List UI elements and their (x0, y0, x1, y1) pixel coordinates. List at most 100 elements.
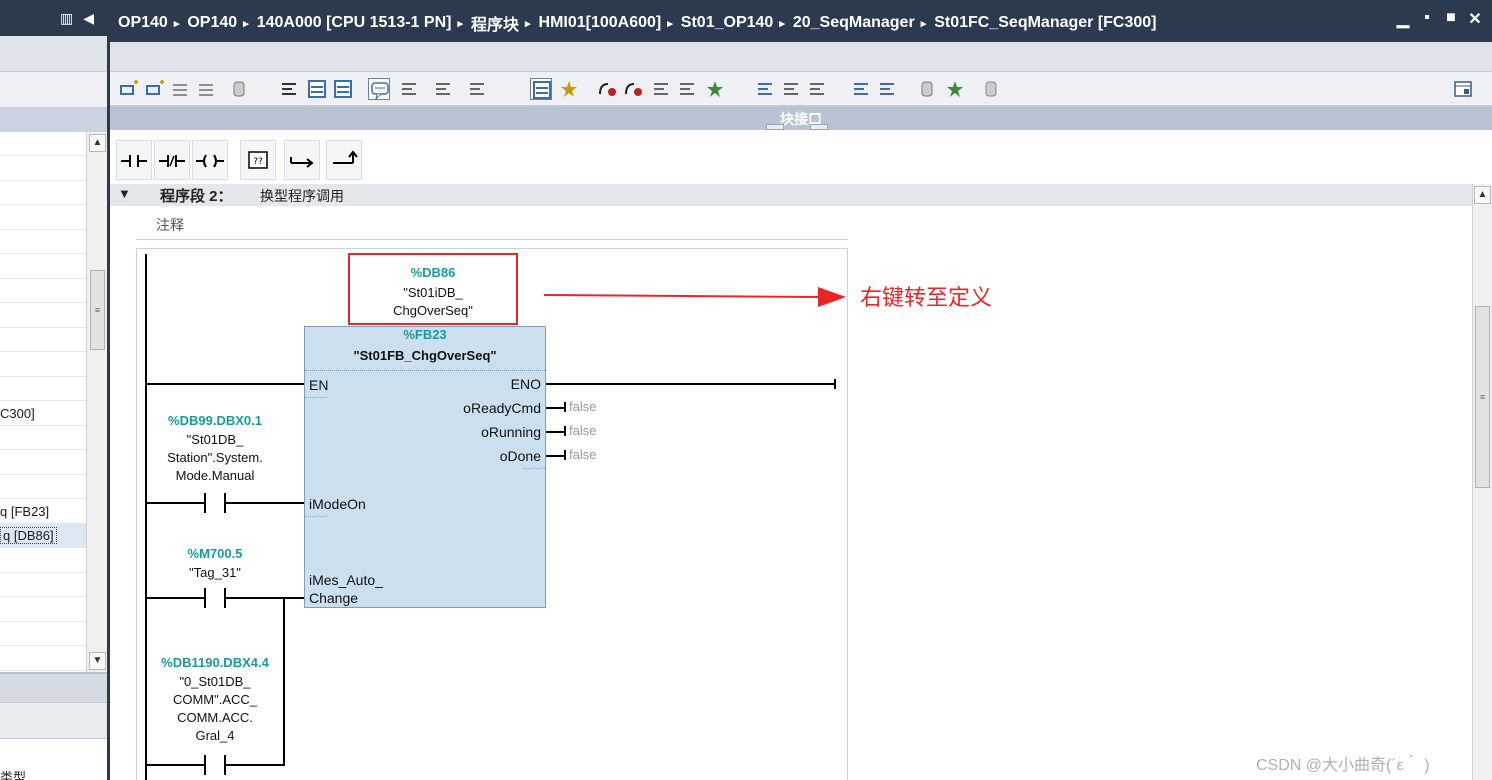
go-to-error-icon[interactable] (596, 78, 618, 100)
breakpoint-icon[interactable] (916, 78, 938, 100)
tree-row[interactable] (0, 279, 86, 303)
editor-scrollbar[interactable]: ▲ ≡ (1472, 184, 1492, 780)
block-interface-bar[interactable]: 块接口 (110, 106, 1492, 130)
contact1-name-line1[interactable]: "St01DB_ (150, 431, 280, 449)
upload-icon[interactable] (780, 78, 802, 100)
close-all-networks-icon[interactable] (332, 78, 354, 100)
pin-eno[interactable]: ENO (511, 376, 541, 392)
tree-row[interactable] (0, 132, 86, 156)
go-to-prev-error-icon[interactable] (622, 78, 644, 100)
contact1-name-line3[interactable]: Mode.Manual (150, 467, 280, 485)
breadcrumb-item[interactable]: 140A000 [CPU 1513-1 PN] (257, 14, 452, 32)
pin-imes-auto-change-line1[interactable]: iMes_Auto_ (309, 571, 383, 589)
fb-name[interactable]: "St01FB_ChgOverSeq" (305, 347, 545, 365)
fb-call-box[interactable]: %FB23 "St01FB_ChgOverSeq" EN ENO oReadyC… (304, 326, 546, 608)
close-branch-icon[interactable] (326, 140, 362, 180)
block-interface-toggle-icon[interactable] (530, 78, 552, 100)
breadcrumb-item[interactable]: HMI01[100A600] (539, 14, 662, 32)
tree-row[interactable] (0, 426, 86, 450)
contact3-name-line4[interactable]: Gral_4 (150, 727, 280, 745)
delete-network-icon[interactable] (144, 78, 166, 100)
minimize-icon[interactable]: ▁ (1394, 9, 1412, 29)
test-icon[interactable] (944, 78, 966, 100)
tree-row[interactable] (0, 255, 86, 279)
tree-row[interactable] (0, 622, 86, 646)
pin-imodeon[interactable]: iModeOn (309, 495, 366, 513)
show-comments-icon[interactable] (368, 78, 390, 101)
scroll-thumb[interactable]: ≡ (90, 270, 105, 350)
scroll-up-icon[interactable]: ▲ (1474, 186, 1491, 204)
tree-row[interactable] (0, 549, 86, 573)
coil-icon[interactable] (192, 140, 228, 180)
tree-row[interactable]: q [FB23] (0, 500, 86, 524)
fb-address[interactable]: %FB23 (305, 327, 545, 342)
tree-row[interactable] (0, 206, 86, 230)
go-online-icon[interactable] (228, 78, 250, 100)
close-icon[interactable]: ✕ (1466, 9, 1484, 29)
absolute-address-icon[interactable] (278, 78, 300, 100)
step-icon[interactable] (806, 78, 828, 100)
tree-row[interactable] (0, 573, 86, 597)
float-icon[interactable]: ▪ (1418, 9, 1436, 29)
tree-row[interactable] (0, 304, 86, 328)
add-row-icon[interactable] (196, 78, 218, 100)
collapse-network-icon[interactable]: ▼ (118, 186, 131, 201)
contact2-address[interactable]: %M700.5 (150, 546, 280, 561)
breadcrumb-item[interactable]: St01_OP140 (681, 14, 774, 32)
open-branch-icon[interactable] (284, 140, 320, 180)
insert-network-icon[interactable] (118, 78, 140, 100)
pin-orunning[interactable]: oRunning (481, 424, 541, 440)
display-tags-icon[interactable] (466, 78, 488, 100)
tree-row[interactable] (0, 377, 86, 401)
database-icon[interactable] (980, 78, 1002, 100)
monitor-icon[interactable] (650, 78, 672, 100)
contact3-address[interactable]: %DB1190.DBX4.4 (150, 655, 280, 670)
tree-row[interactable] (0, 598, 86, 622)
tree-row[interactable]: C300] (0, 402, 86, 426)
insert-row-icon[interactable] (170, 78, 192, 100)
tree-row[interactable] (0, 475, 86, 499)
tree-row[interactable]: q [DB86] (0, 524, 86, 548)
contact2-name[interactable]: "Tag_31" (150, 564, 280, 582)
scroll-down-icon[interactable]: ▼ (89, 652, 106, 670)
pin-odone[interactable]: oDone (500, 448, 541, 464)
network-comment-field[interactable]: 注释 (136, 212, 848, 240)
breadcrumb-item[interactable]: 20_SeqManager (793, 14, 915, 32)
scroll-thumb[interactable]: ≡ (1475, 306, 1490, 488)
network-title[interactable]: 换型程序调用 (260, 186, 344, 206)
nc-contact-icon[interactable] (154, 140, 190, 180)
open-all-networks-icon[interactable] (306, 78, 328, 100)
favorites-icon[interactable] (398, 78, 420, 100)
pin-en[interactable]: EN (309, 376, 328, 394)
contact3-name-line2[interactable]: COMM".ACC_ (150, 691, 280, 709)
contact3-name-line3[interactable]: COMM.ACC. (150, 709, 280, 727)
collapse-left-icon[interactable]: ◀ (83, 10, 94, 27)
tree-row[interactable] (0, 230, 86, 254)
tree-row[interactable] (0, 157, 86, 181)
breadcrumb-item[interactable]: OP140 (118, 14, 168, 32)
go-to-last-icon[interactable] (876, 78, 898, 100)
contact1-no-contact-icon[interactable] (201, 493, 229, 513)
maximize-icon[interactable]: ■ (1442, 9, 1460, 29)
network-header[interactable]: ▼ 程序段 2： 换型程序调用 (110, 184, 1472, 206)
breadcrumb-item[interactable]: St01FC_SeqManager [FC300] (934, 14, 1156, 32)
tree-row[interactable] (0, 328, 86, 352)
breadcrumb-item[interactable]: OP140 (187, 14, 237, 32)
tree-row[interactable] (0, 451, 86, 475)
empty-box-icon[interactable]: ?? (240, 140, 276, 180)
insert-favorite-icon[interactable] (432, 78, 454, 100)
left-scrollbar[interactable]: ▲ ≡ ▼ (86, 132, 107, 672)
scroll-up-icon[interactable]: ▲ (89, 134, 106, 152)
window-layout-icon[interactable] (1452, 78, 1474, 100)
download-icon[interactable] (754, 78, 776, 100)
zoom-icon[interactable] (558, 78, 580, 100)
contact1-name-line2[interactable]: Station".System. (150, 449, 280, 467)
breadcrumb-item[interactable]: 程序块 (471, 11, 519, 35)
modify-icon[interactable] (676, 78, 698, 100)
pin-imes-auto-change-line2[interactable]: Change (309, 589, 358, 607)
contact1-address[interactable]: %DB99.DBX0.1 (150, 413, 280, 428)
pin-oreadycmd[interactable]: oReadyCmd (463, 400, 541, 416)
tree-row[interactable] (0, 647, 86, 671)
contact3-name-line1[interactable]: "0_St01DB_ (150, 673, 280, 691)
contact3-no-contact-icon[interactable] (201, 755, 229, 775)
